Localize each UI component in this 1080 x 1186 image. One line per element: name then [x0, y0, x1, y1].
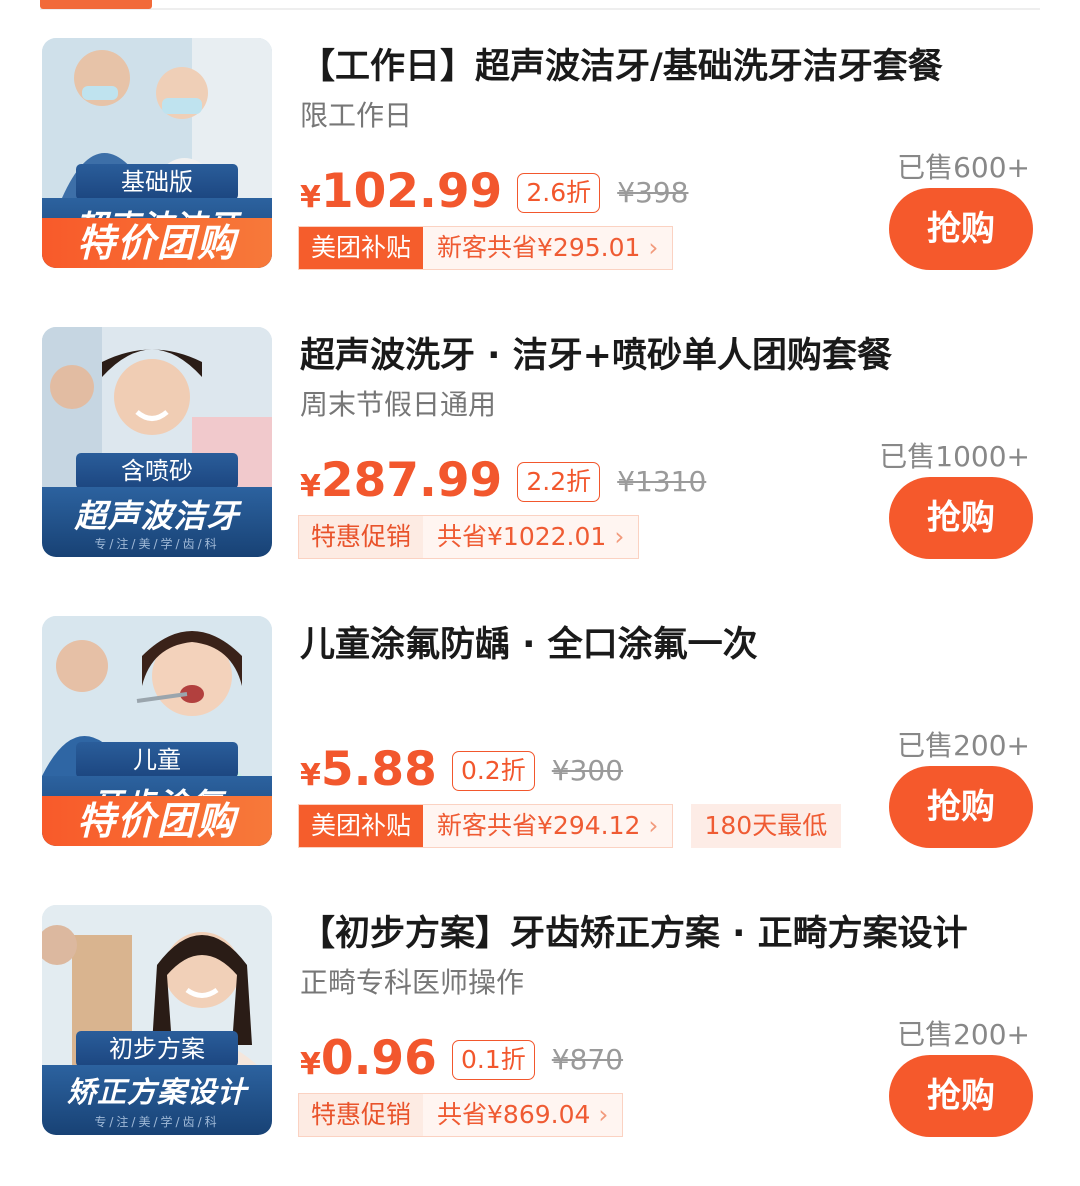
buy-button[interactable]: 抢购 — [889, 477, 1033, 559]
chevron-right-icon: › — [598, 1100, 609, 1129]
price-row: ¥287.99 2.2折 ¥1310 — [300, 453, 706, 513]
promo-row: 特惠促销 共省¥1022.01 › — [298, 515, 640, 559]
thumbnail-headline: 超声波洁牙 — [74, 497, 240, 535]
promo-detail: 共省¥1022.01 › — [423, 516, 639, 558]
promo-box[interactable]: 美团补贴 新客共省¥294.12 › — [298, 804, 674, 848]
promo-label: 特惠促销 — [299, 516, 424, 558]
thumbnail-tag: 初步方案 — [76, 1031, 238, 1067]
deal-price: ¥0.96 — [300, 1031, 437, 1086]
active-tab-indicator — [40, 0, 152, 9]
thumbnail-slogan: 专/注/美/学/齿/科 — [94, 1115, 220, 1129]
deal-title[interactable]: 超声波洗牙 · 洁牙+喷砂单人团购套餐 — [300, 327, 892, 378]
deal-subtitle: 周末节假日通用 — [300, 388, 497, 421]
price-row: ¥5.88 0.2折 ¥300 — [300, 742, 623, 802]
chevron-right-icon: › — [648, 233, 659, 262]
discount-badge: 2.6折 — [517, 173, 601, 213]
thumbnail-headline: 矫正方案设计 — [66, 1075, 247, 1109]
promo-box[interactable]: 特惠促销 共省¥1022.01 › — [298, 515, 640, 559]
chevron-right-icon: › — [648, 811, 659, 840]
thumbnail-promo-banner: 特价团购 — [42, 796, 272, 846]
deal-card[interactable]: 儿童 牙齿涂氟 特价团购 儿童涂氟防龋 · 全口涂氟一次 ¥5.88 0.2折 … — [0, 616, 1080, 856]
buy-button[interactable]: 抢购 — [889, 188, 1033, 270]
lowest-price-badge: 180天最低 — [690, 804, 842, 848]
promo-box[interactable]: 特惠促销 共省¥869.04 › — [298, 1093, 624, 1137]
deal-subtitle: 正畸专科医师操作 — [300, 966, 525, 999]
deal-title[interactable]: 【初步方案】牙齿矫正方案 · 正畸方案设计 — [300, 905, 968, 956]
chevron-right-icon: › — [614, 522, 625, 551]
buy-button[interactable]: 抢购 — [889, 1055, 1033, 1137]
deal-price: ¥287.99 — [300, 453, 503, 508]
discount-badge: 2.2折 — [517, 462, 601, 502]
promo-row: 美团补贴 新客共省¥294.12 › 180天最低 — [298, 804, 842, 848]
thumbnail-tag: 儿童 — [76, 742, 238, 778]
promo-label: 美团补贴 — [299, 227, 424, 269]
sold-count: 已售600+ — [897, 151, 1030, 184]
deal-price: ¥102.99 — [300, 164, 503, 219]
sold-count: 已售200+ — [897, 729, 1030, 762]
promo-row: 美团补贴 新客共省¥295.01 › — [298, 226, 674, 270]
thumbnail-slogan: 专/注/美/学/齿/科 — [94, 537, 220, 551]
deal-title[interactable]: 儿童涂氟防龋 · 全口涂氟一次 — [300, 616, 758, 667]
deal-price: ¥5.88 — [300, 742, 437, 797]
sold-count: 已售200+ — [897, 1018, 1030, 1051]
promo-detail: 新客共省¥294.12 › — [423, 805, 673, 847]
promo-box[interactable]: 美团补贴 新客共省¥295.01 › — [298, 226, 674, 270]
deal-thumbnail[interactable]: 儿童 牙齿涂氟 特价团购 — [42, 616, 272, 846]
buy-button[interactable]: 抢购 — [889, 766, 1033, 848]
thumbnail-tag: 基础版 — [76, 164, 238, 200]
deal-thumbnail[interactable]: 基础版 超声波洁牙 特价团购 — [42, 38, 272, 268]
original-price: ¥398 — [617, 176, 689, 209]
deal-title[interactable]: 【工作日】超声波洁牙/基础洗牙洁牙套餐 — [300, 38, 943, 89]
top-divider — [40, 8, 1040, 10]
deal-subtitle: 限工作日 — [300, 99, 413, 132]
original-price: ¥870 — [551, 1043, 624, 1076]
deal-thumbnail[interactable]: 含喷砂 超声波洁牙 专/注/美/学/齿/科 — [42, 327, 272, 557]
promo-detail: 新客共省¥295.01 › — [423, 227, 673, 269]
deal-card[interactable]: 含喷砂 超声波洁牙 专/注/美/学/齿/科 超声波洗牙 · 洁牙+喷砂单人团购套… — [0, 327, 1080, 567]
promo-label: 美团补贴 — [299, 805, 424, 847]
deal-card[interactable]: 初步方案 矫正方案设计 专/注/美/学/齿/科 【初步方案】牙齿矫正方案 · 正… — [0, 905, 1080, 1145]
discount-badge: 0.2折 — [451, 751, 535, 791]
thumbnail-promo-banner: 特价团购 — [42, 218, 272, 268]
deal-card[interactable]: 基础版 超声波洁牙 特价团购 【工作日】超声波洁牙/基础洗牙洁牙套餐 限工作日 … — [0, 38, 1080, 278]
promo-label: 特惠促销 — [299, 1094, 424, 1136]
price-row: ¥0.96 0.1折 ¥870 — [300, 1031, 623, 1091]
sold-count: 已售1000+ — [879, 440, 1030, 473]
price-row: ¥102.99 2.6折 ¥398 — [300, 164, 688, 224]
thumbnail-tag: 含喷砂 — [76, 453, 238, 489]
promo-row: 特惠促销 共省¥869.04 › — [298, 1093, 624, 1137]
promo-detail: 共省¥869.04 › — [423, 1094, 623, 1136]
discount-badge: 0.1折 — [451, 1040, 535, 1080]
deal-thumbnail[interactable]: 初步方案 矫正方案设计 专/注/美/学/齿/科 — [42, 905, 272, 1135]
original-price: ¥1310 — [617, 465, 707, 498]
original-price: ¥300 — [551, 754, 624, 787]
